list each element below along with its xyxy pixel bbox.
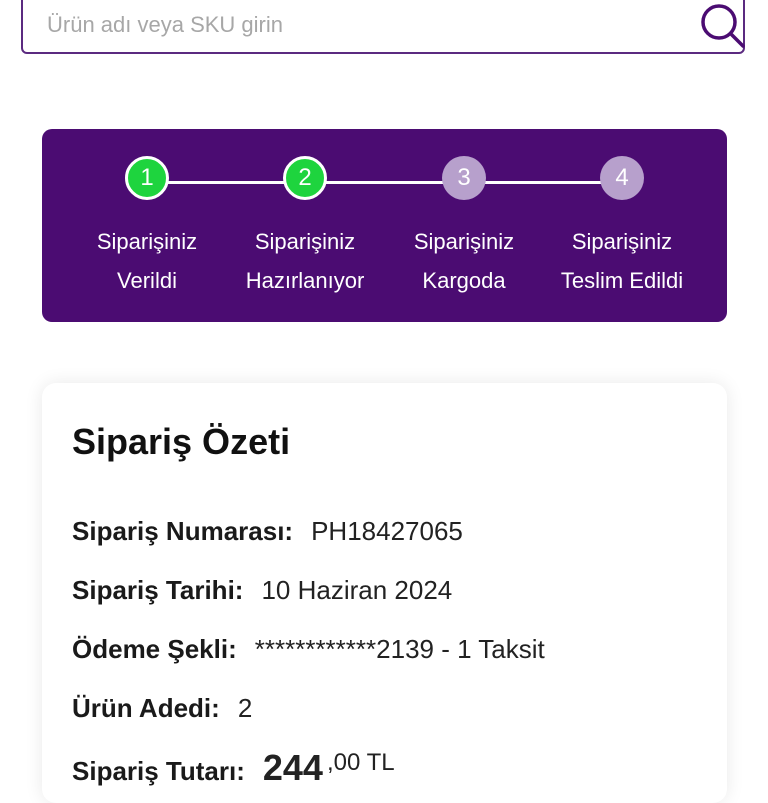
step-label-line1: Siparişiniz	[254, 229, 356, 254]
step-label: Siparişiniz Verildi	[67, 222, 227, 300]
order-date-label: Sipariş Tarihi:	[72, 575, 244, 605]
step-label-line1: Siparişiniz	[413, 229, 515, 254]
step-circle-2: 2	[283, 156, 327, 200]
search-input[interactable]	[45, 6, 649, 44]
order-date-value: 10 Haziran 2024	[261, 575, 453, 605]
order-summary-card: Sipariş Özeti Sipariş Numarası: PH1842706…	[42, 383, 727, 803]
step-label-line2: Teslim Edildi	[560, 268, 684, 293]
step-circle-4: 4	[600, 156, 644, 200]
payment-row: Ödeme Şekli: ************2139 - 1 Taksit	[72, 634, 545, 665]
order-number-value: PH18427065	[311, 516, 463, 546]
step-preparing: 2 Siparişiniz Hazırlanıyor	[225, 156, 385, 300]
step-label-line1: Siparişiniz	[96, 229, 198, 254]
search-box	[21, 0, 745, 54]
payment-label: Ödeme Şekli:	[72, 634, 237, 664]
step-in-cargo: 3 Siparişiniz Kargoda	[384, 156, 544, 300]
step-order-placed: 1 Siparişiniz Verildi	[67, 156, 227, 300]
step-label-line2: Hazırlanıyor	[245, 268, 365, 293]
step-label-line2: Verildi	[117, 268, 177, 293]
summary-title: Sipariş Özeti	[72, 421, 291, 462]
quantity-value: 2	[237, 693, 253, 723]
step-label-line1: Siparişiniz	[571, 229, 673, 254]
order-number-label: Sipariş Numarası:	[72, 516, 294, 546]
total-cents: ,00 TL	[326, 749, 395, 776]
payment-value: ************2139 - 1 Taksit	[254, 634, 545, 664]
step-circle-3: 3	[442, 156, 486, 200]
step-label: Siparişiniz Teslim Edildi	[542, 222, 702, 300]
step-label: Siparişiniz Hazırlanıyor	[225, 222, 385, 300]
total-row: Sipariş Tutarı: 244,00 TL	[72, 747, 395, 789]
step-delivered: 4 Siparişiniz Teslim Edildi	[542, 156, 702, 300]
order-progress-tracker: 1 Siparişiniz Verildi 2 Siparişiniz Hazı…	[42, 129, 727, 322]
step-label: Siparişiniz Kargoda	[384, 222, 544, 300]
order-date-row: Sipariş Tarihi: 10 Haziran 2024	[72, 575, 452, 606]
search-icon[interactable]	[697, 0, 749, 52]
quantity-row: Ürün Adedi: 2	[72, 693, 252, 724]
step-circle-1: 1	[125, 156, 169, 200]
order-number-row: Sipariş Numarası: PH18427065	[72, 516, 463, 547]
quantity-label: Ürün Adedi:	[72, 693, 220, 723]
step-label-line2: Kargoda	[422, 268, 506, 293]
total-label: Sipariş Tutarı:	[72, 756, 245, 786]
